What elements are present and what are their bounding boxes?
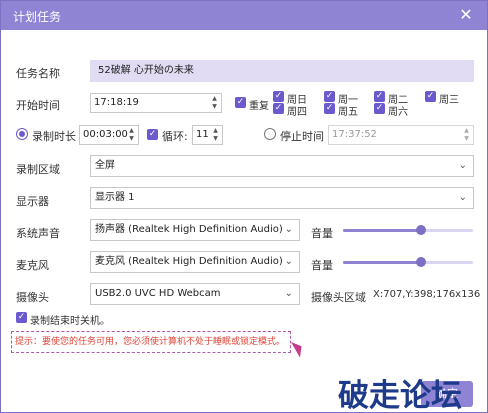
repeat-checkbox[interactable]: ✓ xyxy=(235,97,246,108)
record-area-select[interactable]: 全屏 ⌄ xyxy=(90,155,474,177)
camera-value: USB2.0 UVC HD Webcam xyxy=(95,288,221,299)
dialog-title: 计划任务 xyxy=(13,10,62,24)
loop-value: 11 xyxy=(196,129,209,140)
camera-area-value: X:707,Y:398;176x136 xyxy=(373,289,481,300)
chevron-down-icon: ⌄ xyxy=(458,192,467,203)
day-checkbox-friday[interactable]: ✓ xyxy=(324,103,335,114)
loop-spinner-icon[interactable]: ▲ ▼ xyxy=(211,127,220,143)
day-checkbox-wednesday[interactable]: ✓ xyxy=(425,91,436,102)
title-bar: 计划任务 ✕ xyxy=(1,1,487,30)
mic-volume-label: 音量 xyxy=(311,259,333,272)
day-label-thursday: 周四 xyxy=(287,107,307,118)
display-label: 显示器 xyxy=(16,195,49,208)
system-audio-value: 扬声器 (Realtek High Definition Audio) xyxy=(95,224,283,235)
duration-input[interactable]: 00:03:00 ▲ ▼ xyxy=(79,125,139,145)
duration-spinner-icon[interactable]: ▲ ▼ xyxy=(127,127,136,143)
close-icon[interactable]: ✕ xyxy=(456,5,476,25)
chevron-down-icon: ⌄ xyxy=(284,224,293,235)
camera-label: 摄像头 xyxy=(16,291,49,304)
microphone-select[interactable]: 麦克风 (Realtek High Definition Audio) ⌄ xyxy=(90,251,300,273)
duration-value: 00:03:00 xyxy=(83,129,128,140)
day-checkbox-thursday[interactable]: ✓ xyxy=(273,103,284,114)
stop-time-label: 停止时间 xyxy=(280,130,324,143)
mic-volume-thumb[interactable] xyxy=(416,257,426,267)
stop-time-input[interactable]: 17:37:52 ▲ ▼ xyxy=(328,125,474,145)
task-name-field[interactable]: 52破解 心开始の未来 xyxy=(90,60,474,82)
system-volume-label: 音量 xyxy=(311,227,333,240)
start-time-value: 17:18:19 xyxy=(94,97,139,108)
shutdown-checkbox[interactable]: ✓ xyxy=(16,312,27,323)
loop-label: 循环: xyxy=(162,130,188,143)
system-audio-label: 系统声音 xyxy=(16,227,60,240)
duration-radio[interactable] xyxy=(16,128,28,140)
system-volume-fill xyxy=(343,229,421,232)
day-checkbox-monday[interactable]: ✓ xyxy=(324,91,335,102)
chevron-down-icon: ⌄ xyxy=(284,256,293,267)
schedule-task-dialog: 计划任务 ✕ 任务名称 52破解 心开始の未来 开始时间 17:18:19 ▲ ▼… xyxy=(0,0,488,413)
chevron-down-icon: ⌄ xyxy=(458,160,467,171)
system-volume-slider[interactable] xyxy=(343,225,473,235)
duration-label: 录制时长 xyxy=(32,130,76,143)
microphone-value: 麦克风 (Realtek High Definition Audio) xyxy=(95,256,283,267)
stop-time-radio[interactable] xyxy=(264,128,276,140)
record-area-label: 录制区域 xyxy=(16,163,60,176)
start-time-spinner-icon[interactable]: ▲ ▼ xyxy=(210,95,219,111)
record-area-value: 全屏 xyxy=(95,160,115,171)
start-time-input[interactable]: 17:18:19 ▲ ▼ xyxy=(90,93,222,113)
mic-volume-slider[interactable] xyxy=(343,257,473,267)
day-label-saturday: 周六 xyxy=(388,107,408,118)
display-value: 显示器 1 xyxy=(95,192,135,203)
repeat-label: 重复 xyxy=(249,101,269,112)
camera-area-label: 摄像头区域 xyxy=(311,291,366,304)
stop-time-value: 17:37:52 xyxy=(332,129,377,140)
shutdown-label: 录制结束时关机。 xyxy=(30,316,110,327)
system-volume-thumb[interactable] xyxy=(416,225,426,235)
loop-input[interactable]: 11 ▲ ▼ xyxy=(192,125,223,145)
day-label-friday: 周五 xyxy=(338,107,358,118)
day-label-wednesday: 周三 xyxy=(439,95,459,106)
system-audio-select[interactable]: 扬声器 (Realtek High Definition Audio) ⌄ xyxy=(90,219,300,241)
start-time-label: 开始时间 xyxy=(16,99,60,112)
stop-time-spinner-icon[interactable]: ▲ ▼ xyxy=(462,127,471,143)
day-checkbox-sunday[interactable]: ✓ xyxy=(273,91,284,102)
display-select[interactable]: 显示器 1 ⌄ xyxy=(90,187,474,209)
day-checkbox-tuesday[interactable]: ✓ xyxy=(374,91,385,102)
forum-watermark: 破走论坛 xyxy=(338,378,462,413)
microphone-label: 麦克风 xyxy=(16,259,49,272)
pointer-cursor-icon xyxy=(290,338,307,358)
camera-select[interactable]: USB2.0 UVC HD Webcam ⌄ xyxy=(90,283,300,305)
chevron-down-icon: ⌄ xyxy=(284,288,293,299)
tip-text: 提示：要使您的任务可用，您必须使计算机不处于睡眠或锁定模式。 xyxy=(11,331,291,353)
mic-volume-fill xyxy=(343,261,421,264)
task-name-label: 任务名称 xyxy=(16,67,60,80)
day-checkbox-saturday[interactable]: ✓ xyxy=(374,103,385,114)
loop-checkbox[interactable]: ✓ xyxy=(147,129,158,140)
